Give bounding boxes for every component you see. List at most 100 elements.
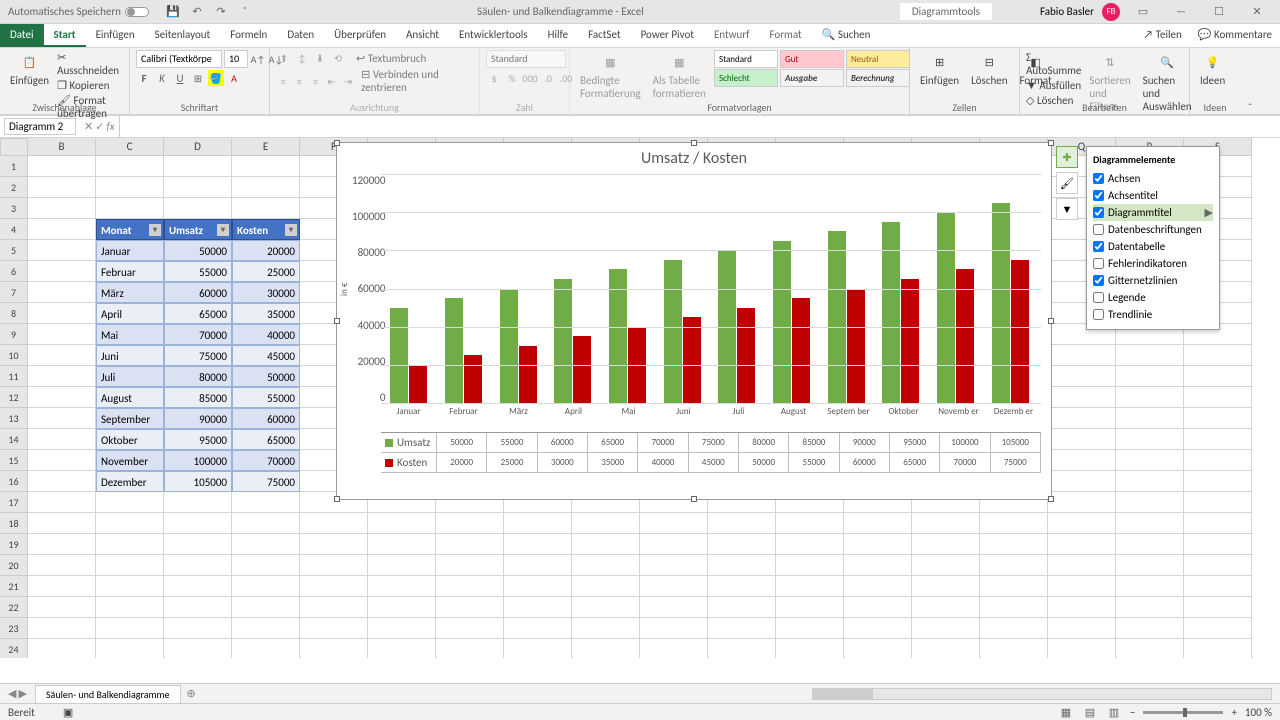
cell[interactable] [28,534,96,555]
col-header[interactable]: D [164,138,232,156]
cell[interactable] [980,597,1048,618]
cell[interactable] [96,492,164,513]
cell[interactable]: September [96,408,164,429]
cell[interactable] [1048,597,1116,618]
cell[interactable] [1184,555,1252,576]
chart-object[interactable]: Umsatz / Kosten in € 1200001000008000060… [336,142,1052,500]
cell[interactable] [1116,429,1184,450]
y-axis-label[interactable]: in € [337,174,352,404]
cell[interactable] [164,177,232,198]
bar[interactable] [901,279,919,403]
row-header[interactable]: 17 [0,492,28,513]
chart-element-item[interactable]: Gitternetzlinien [1093,272,1213,289]
cell[interactable] [28,597,96,618]
close-icon[interactable]: ✕ [1242,2,1272,22]
cell[interactable] [1184,576,1252,597]
resize-handle-nw[interactable] [334,140,340,146]
view-pagebreak-icon[interactable]: ▥ [1106,705,1122,719]
bar[interactable] [792,298,810,403]
cell[interactable] [232,555,300,576]
cell[interactable] [1048,387,1116,408]
cell[interactable]: 50000 [232,366,300,387]
cell[interactable] [232,492,300,513]
row-header[interactable]: 5 [0,240,28,261]
cell[interactable] [980,534,1048,555]
cell[interactable] [1184,534,1252,555]
cell[interactable] [28,387,96,408]
cell[interactable] [1048,513,1116,534]
chart-styles-button[interactable]: 🖌 [1056,172,1078,194]
cell[interactable] [912,513,980,534]
cell[interactable]: April [96,303,164,324]
cell[interactable] [912,576,980,597]
cell[interactable] [1184,639,1252,658]
cell[interactable] [1116,618,1184,639]
sheet-nav-next-icon[interactable]: ▶ [18,687,26,700]
cell[interactable] [96,597,164,618]
tab-view[interactable]: Ansicht [396,24,449,47]
cell[interactable] [232,639,300,658]
worksheet-grid[interactable]: BCDEFGHIJKLMNOPQRS 123456789101112131415… [0,138,1280,658]
cell[interactable] [28,177,96,198]
cell[interactable] [572,534,640,555]
tab-file[interactable]: Datei [0,24,44,47]
undo-icon[interactable]: ↶ [189,4,205,20]
cell[interactable] [96,639,164,658]
row-header[interactable]: 4 [0,219,28,240]
row-header[interactable]: 11 [0,366,28,387]
cell[interactable] [1116,408,1184,429]
cell[interactable] [28,429,96,450]
fill-color-button[interactable]: 🪣 [208,70,224,86]
cell[interactable] [1184,513,1252,534]
cell[interactable]: 75000 [164,345,232,366]
chart-element-item[interactable]: Legende [1093,289,1213,306]
cell[interactable] [164,534,232,555]
cell[interactable] [1184,492,1252,513]
cell[interactable] [300,576,368,597]
cell[interactable]: 35000 [232,303,300,324]
cell[interactable] [232,534,300,555]
cell[interactable] [436,576,504,597]
sheet-tab-active[interactable]: Säulen- und Balkendiagramme [35,685,181,703]
ideas-button[interactable]: 💡Ideen [1196,50,1229,89]
cell[interactable]: Mai [96,324,164,345]
chart-element-item[interactable]: Datenbeschriftungen [1093,221,1213,238]
cell[interactable] [96,513,164,534]
bar[interactable] [445,298,463,403]
cell[interactable] [300,534,368,555]
fill-button[interactable]: ▼ Ausfüllen [1026,78,1081,93]
bar[interactable] [409,365,427,403]
tab-start[interactable]: Start [44,24,86,47]
cell[interactable] [28,303,96,324]
cell[interactable] [164,639,232,658]
cell[interactable]: 95000 [164,429,232,450]
cell[interactable] [1048,450,1116,471]
cell[interactable] [708,597,776,618]
italic-button[interactable]: K [154,70,170,86]
cell[interactable] [980,576,1048,597]
cell[interactable] [300,513,368,534]
cell[interactable]: Kosten [232,219,300,240]
cell[interactable] [96,555,164,576]
chart-element-item[interactable]: Datentabelle [1093,238,1213,255]
cell[interactable] [776,618,844,639]
bar[interactable] [1011,260,1029,403]
cancel-formula-icon[interactable]: ✕ [84,120,93,133]
cell[interactable] [96,576,164,597]
cell[interactable] [572,618,640,639]
bar[interactable] [828,231,846,403]
resize-handle-n[interactable] [691,140,697,146]
cell[interactable]: 85000 [164,387,232,408]
cell[interactable] [300,597,368,618]
col-header[interactable]: E [232,138,300,156]
resize-handle-se[interactable] [1048,496,1054,502]
resize-handle-ne[interactable] [1048,140,1054,146]
chart-element-item[interactable]: Fehlerindikatoren [1093,255,1213,272]
horizontal-scrollbar[interactable] [812,688,1272,700]
cell[interactable] [300,555,368,576]
cell[interactable] [1048,492,1116,513]
cell[interactable] [1116,345,1184,366]
cell[interactable]: 75000 [232,471,300,492]
row-header[interactable]: 6 [0,261,28,282]
select-all-cell[interactable] [0,138,28,156]
